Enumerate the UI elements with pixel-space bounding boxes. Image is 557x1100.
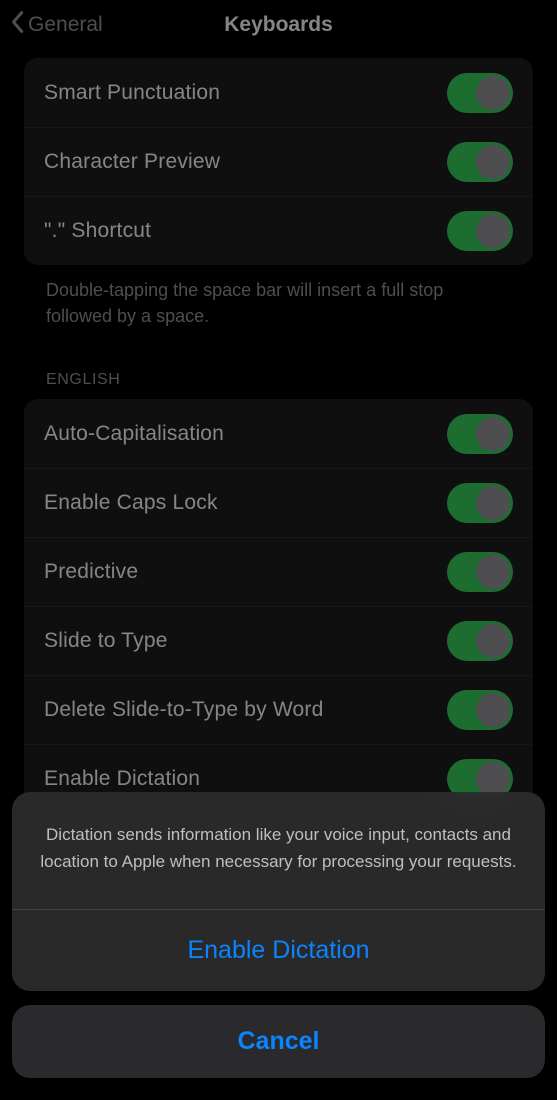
action-sheet-card: Dictation sends information like your vo… [12,792,545,991]
row-label: Delete Slide-to-Type by Word [44,698,324,722]
row-delete-slide-to-type-by-word: Delete Slide-to-Type by Word [24,675,533,744]
row-slide-to-type: Slide to Type [24,606,533,675]
row-smart-punctuation: Smart Punctuation [24,58,533,127]
row-label: Character Preview [44,150,220,174]
cancel-button[interactable]: Cancel [12,1005,545,1078]
toggle-delete-slide-to-type-by-word[interactable] [447,690,513,730]
enable-dictation-button[interactable]: Enable Dictation [12,910,545,991]
toggle-period-shortcut[interactable] [447,211,513,251]
back-button[interactable]: General [10,10,103,40]
row-label: Predictive [44,560,138,584]
row-label: Enable Caps Lock [44,491,218,515]
row-label: Auto-Capitalisation [44,422,224,446]
group-general-toggles: Smart Punctuation Character Preview "." … [24,58,533,265]
row-predictive: Predictive [24,537,533,606]
toggle-smart-punctuation[interactable] [447,73,513,113]
toggle-predictive[interactable] [447,552,513,592]
group-footer: Double-tapping the space bar will insert… [0,265,557,329]
row-character-preview: Character Preview [24,127,533,196]
group-header-english: English [0,329,557,399]
nav-bar: General Keyboards [0,0,557,50]
action-sheet-message: Dictation sends information like your vo… [12,792,545,909]
toggle-auto-capitalisation[interactable] [447,414,513,454]
group-english-toggles: Auto-Capitalisation Enable Caps Lock Pre… [24,399,533,813]
row-label: Smart Punctuation [44,81,220,105]
chevron-left-icon [10,10,24,40]
action-sheet: Dictation sends information like your vo… [0,792,557,1078]
row-label: Slide to Type [44,629,168,653]
back-label: General [28,13,103,37]
row-label: "." Shortcut [44,219,151,243]
toggle-character-preview[interactable] [447,142,513,182]
row-auto-capitalisation: Auto-Capitalisation [24,399,533,468]
row-label: Enable Dictation [44,767,200,791]
toggle-enable-caps-lock[interactable] [447,483,513,523]
row-enable-caps-lock: Enable Caps Lock [24,468,533,537]
toggle-slide-to-type[interactable] [447,621,513,661]
row-period-shortcut: "." Shortcut [24,196,533,265]
